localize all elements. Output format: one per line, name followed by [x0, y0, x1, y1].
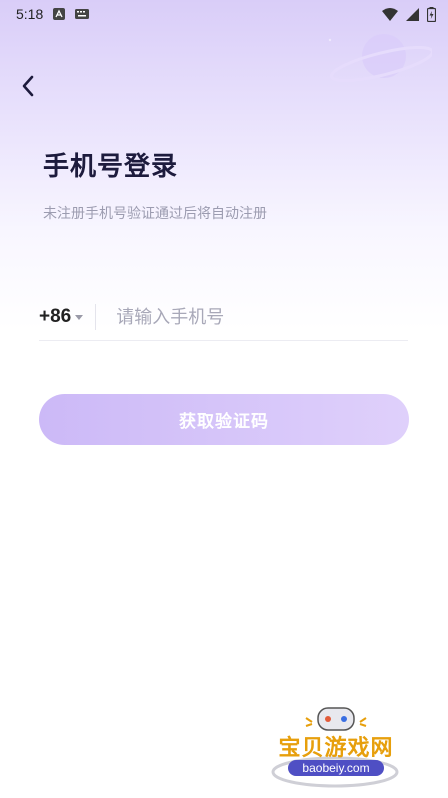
signal-icon [406, 7, 419, 21]
phone-input-row: +86 [39, 294, 408, 341]
planet-decoration [328, 34, 432, 82]
country-code-label: +86 [39, 306, 72, 327]
divider [95, 304, 97, 330]
get-code-button[interactable]: 获取验证码 [39, 394, 409, 445]
page-title: 手机号登录 [43, 152, 179, 182]
watermark-url: baobeiy.com [288, 760, 384, 776]
wifi-icon [382, 7, 398, 21]
status-time: 5:18 [16, 6, 44, 22]
app-notification-icon [53, 8, 66, 20]
status-left: 5:18 [16, 6, 90, 22]
chevron-left-icon [22, 75, 34, 97]
watermark-title: 宝贝游戏网 [278, 736, 394, 761]
battery-icon [427, 6, 436, 22]
back-button[interactable] [14, 70, 42, 102]
caret-down-icon [75, 314, 84, 320]
status-bar: 5:18 [0, 0, 448, 28]
keyboard-icon [75, 9, 90, 19]
status-right [382, 6, 436, 22]
watermark-logo: 宝贝游戏网 baobeiy.com [270, 700, 400, 790]
country-code-selector[interactable]: +86 [39, 297, 95, 337]
phone-input[interactable] [116, 297, 408, 337]
page-subtitle: 未注册手机号验证通过后将自动注册 [43, 206, 267, 222]
